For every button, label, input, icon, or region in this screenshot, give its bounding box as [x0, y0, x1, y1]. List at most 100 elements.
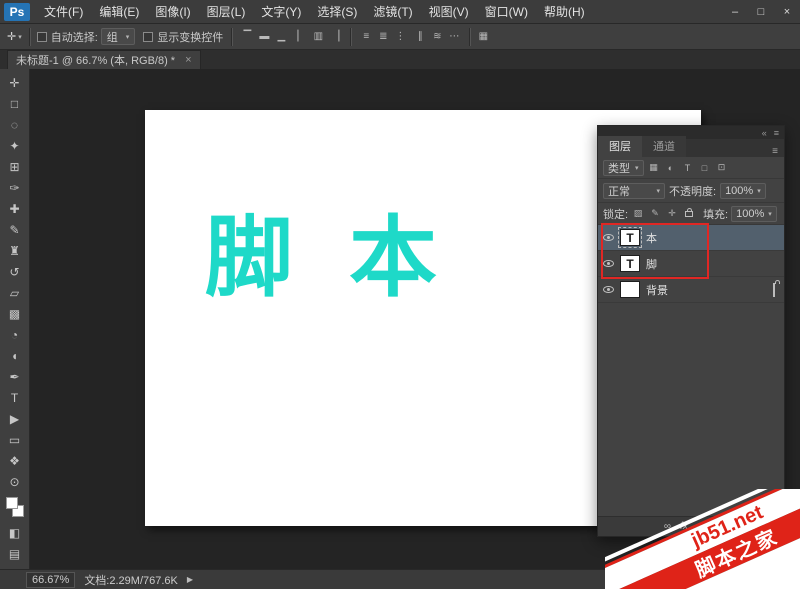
filter-type-label: 类型	[608, 162, 630, 175]
menu-help[interactable]: 帮助(H)	[536, 0, 593, 23]
quick-selection-tool[interactable]: ✦	[3, 135, 27, 156]
layer-name[interactable]: 脚	[646, 256, 657, 272]
type-tool[interactable]: T	[3, 387, 27, 408]
canvas-text: 脚 本	[205, 214, 437, 302]
history-brush-tool[interactable]: ↺	[3, 261, 27, 282]
layer-row-background[interactable]: 背景	[598, 277, 784, 303]
clone-stamp-tool[interactable]: ♜	[3, 240, 27, 261]
screen-mode-button[interactable]: ▤	[3, 543, 27, 564]
zoom-tool[interactable]: ⊙	[3, 471, 27, 492]
tab-layers[interactable]: 图层	[598, 136, 642, 157]
menu-filter[interactable]: 滤镜(T)	[365, 0, 420, 23]
close-button[interactable]: ×	[774, 0, 800, 23]
auto-select-dropdown[interactable]: 组 ▾	[100, 28, 136, 45]
menu-window[interactable]: 窗口(W)	[477, 0, 536, 23]
crop-tool[interactable]: ⊞	[3, 156, 27, 177]
eraser-tool[interactable]: ▱	[3, 282, 27, 303]
auto-align-layers-icon[interactable]: ▦	[475, 29, 491, 45]
opacity-dropdown[interactable]: 100% ▾	[720, 182, 766, 199]
menu-view[interactable]: 视图(V)	[421, 0, 477, 23]
adjustment-layer-icon[interactable]: ◐	[715, 521, 721, 532]
document-size-info: 文档:2.29M/767.6K	[84, 574, 178, 587]
rectangle-tool[interactable]: ▭	[3, 429, 27, 450]
lock-pixels-icon[interactable]: ✎	[648, 207, 662, 221]
healing-brush-tool[interactable]: ✚	[3, 198, 27, 219]
align-vcenter-icon[interactable]: ▬	[256, 29, 272, 45]
text-layer-thumbnail[interactable]: T	[620, 255, 640, 272]
maximize-button[interactable]: □	[748, 0, 774, 23]
status-menu-arrow-icon[interactable]: ▶	[187, 575, 193, 584]
blend-mode-dropdown[interactable]: 正常 ▾	[603, 182, 665, 199]
zoom-level-field[interactable]: 66.67%	[26, 571, 76, 588]
panel-header-menu-icon[interactable]: ≡	[774, 128, 779, 138]
distribute-right-icon[interactable]: ⋯	[446, 29, 462, 45]
quick-mask-button[interactable]: ◧	[3, 522, 27, 543]
foreground-color-swatch[interactable]	[5, 497, 18, 509]
lock-position-icon[interactable]: ✛	[665, 207, 679, 221]
gradient-tool[interactable]: ▩	[3, 303, 27, 324]
distribute-top-icon[interactable]: ≡	[358, 29, 374, 45]
move-tool[interactable]: ✛	[3, 72, 27, 93]
marquee-tool[interactable]: □	[3, 93, 27, 114]
filter-type-dropdown[interactable]: 类型 ▾	[603, 159, 644, 176]
align-hcenter-icon[interactable]: ▥	[310, 29, 326, 45]
filter-type-layers-icon[interactable]: T	[681, 161, 695, 175]
align-top-icon[interactable]: ▔	[239, 29, 255, 45]
menu-edit[interactable]: 编辑(E)	[91, 0, 147, 23]
layer-filter-row: 类型 ▾ ▦ ◐ T □ ⊡	[598, 157, 784, 179]
path-selection-tool[interactable]: ▶	[3, 408, 27, 429]
align-left-icon[interactable]: ▏	[293, 29, 309, 45]
chevron-down-icon: ▾	[757, 187, 761, 195]
document-tab[interactable]: 未标题-1 @ 66.7% (本, RGB/8) * ×	[7, 50, 201, 69]
align-right-icon[interactable]: ▕	[327, 29, 343, 45]
layer-row-jiao[interactable]: T 脚	[598, 251, 784, 277]
tab-close-icon[interactable]: ×	[185, 54, 191, 66]
panel-menu-icon[interactable]: ≡	[772, 146, 784, 157]
lock-all-icon[interactable]	[682, 207, 696, 221]
menu-layer[interactable]: 图层(L)	[199, 0, 254, 23]
align-bottom-icon[interactable]: ▁	[273, 29, 289, 45]
filter-pixel-layers-icon[interactable]: ▦	[647, 161, 661, 175]
filter-shape-layers-icon[interactable]: □	[698, 161, 712, 175]
auto-select-checkbox[interactable]	[36, 31, 47, 42]
current-tool-icon[interactable]: ✛ ▾	[5, 30, 24, 43]
text-layer-thumbnail[interactable]: T	[618, 227, 642, 248]
visibility-eye-icon[interactable]	[603, 286, 614, 293]
pen-tool[interactable]: ✒	[3, 366, 27, 387]
layer-style-icon[interactable]: fx	[680, 521, 688, 532]
distribute-bottom-icon[interactable]: ⋮	[392, 29, 408, 45]
new-group-icon[interactable]	[729, 521, 741, 530]
distribute-vcenter-icon[interactable]: ≣	[375, 29, 391, 45]
delete-layer-icon[interactable]	[767, 522, 775, 531]
eyedropper-tool[interactable]: ✑	[3, 177, 27, 198]
dodge-tool[interactable]: ◖	[3, 345, 27, 366]
fill-dropdown[interactable]: 100% ▾	[731, 205, 777, 222]
show-transform-checkbox[interactable]	[143, 31, 154, 42]
menu-file[interactable]: 文件(F)	[36, 0, 91, 23]
layer-name[interactable]: 本	[646, 230, 657, 246]
lock-transparency-icon[interactable]: ▨	[631, 207, 645, 221]
distribute-hcenter-icon[interactable]: ≋	[429, 29, 445, 45]
visibility-eye-icon[interactable]	[603, 260, 614, 267]
distribute-left-icon[interactable]: ∥	[412, 29, 428, 45]
menu-image[interactable]: 图像(I)	[147, 0, 198, 23]
visibility-eye-icon[interactable]	[603, 234, 614, 241]
menu-type[interactable]: 文字(Y)	[253, 0, 309, 23]
filter-adjustment-layers-icon[interactable]: ◐	[664, 161, 678, 175]
layer-row-ben[interactable]: T 本	[598, 225, 784, 251]
new-layer-icon[interactable]: ⊞	[750, 521, 758, 532]
minimize-button[interactable]: –	[722, 0, 748, 23]
brush-tool[interactable]: ✎	[3, 219, 27, 240]
menu-select[interactable]: 选择(S)	[309, 0, 365, 23]
filter-smart-objects-icon[interactable]: ⊡	[715, 161, 729, 175]
hand-tool[interactable]: ❖	[3, 450, 27, 471]
link-layers-icon[interactable]: ∞	[664, 521, 671, 532]
collapse-panels-icon[interactable]: «	[762, 128, 767, 138]
lasso-tool[interactable]: ◌	[3, 114, 27, 135]
color-swatches[interactable]	[3, 495, 27, 519]
layer-name[interactable]: 背景	[646, 282, 668, 298]
add-layer-mask-icon[interactable]: ◎	[697, 521, 706, 532]
background-layer-thumbnail[interactable]	[620, 281, 640, 298]
blur-tool[interactable]: ◔	[3, 324, 27, 345]
tab-channels[interactable]: 通道	[642, 136, 686, 157]
